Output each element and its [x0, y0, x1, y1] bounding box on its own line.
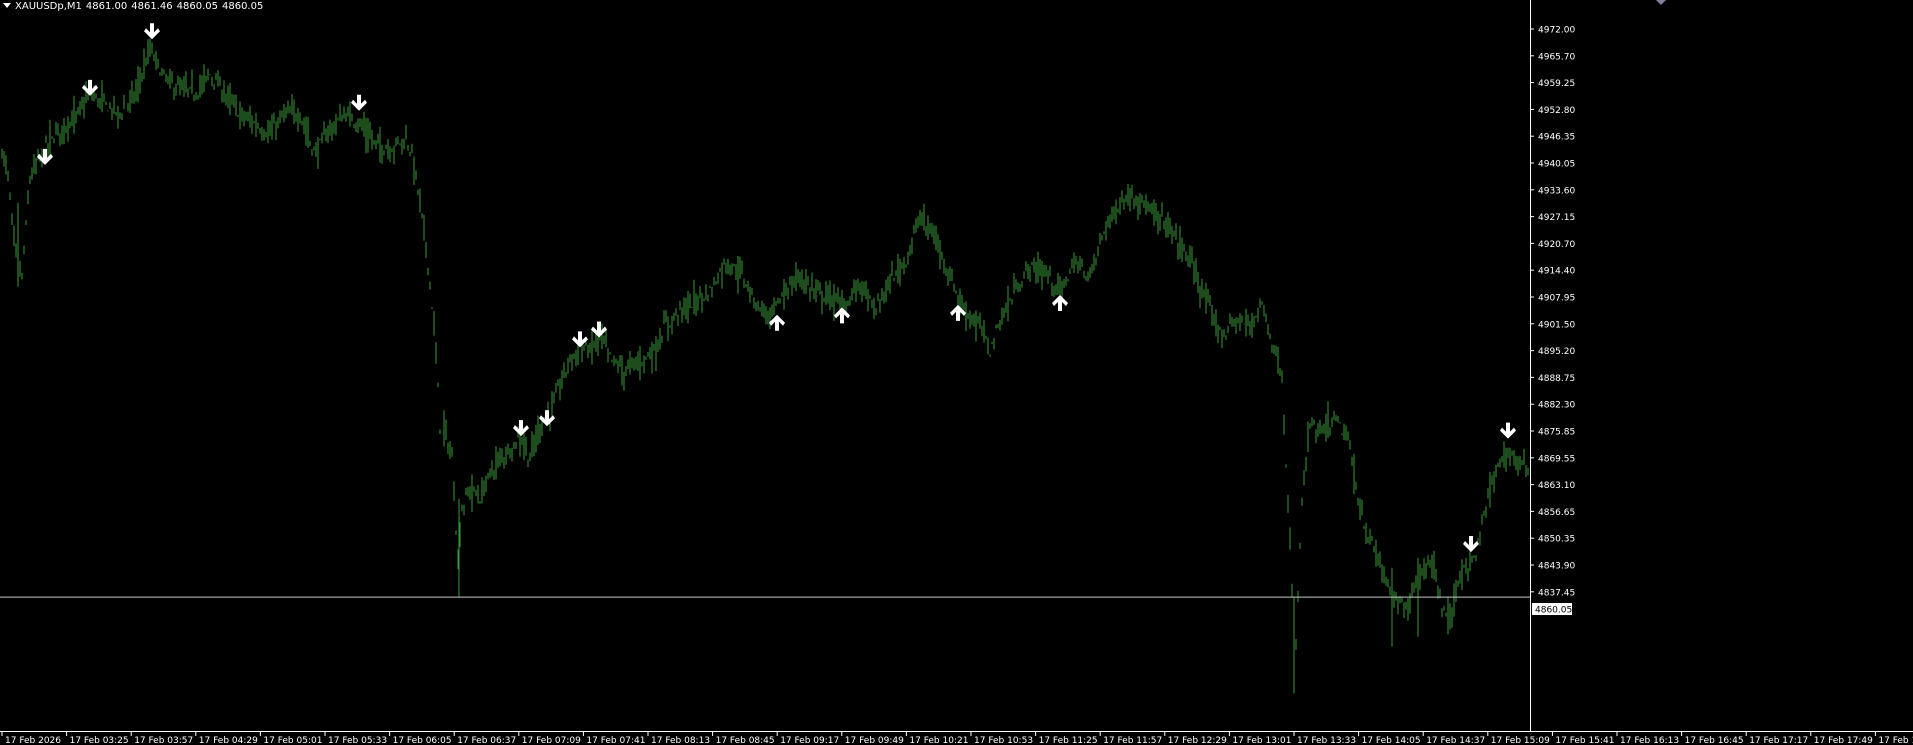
time-tick-label: 17 Feb 14:37	[1426, 736, 1485, 745]
price-tick-label: 4875.85	[1538, 428, 1575, 438]
time-tick-label: 17 Feb 17:49	[1814, 736, 1873, 745]
current-price-label: 4860.05	[1535, 606, 1572, 616]
price-tick-label: 4843.90	[1538, 562, 1575, 572]
price-tick-label: 4895.20	[1538, 347, 1575, 357]
chart-window[interactable]: 4972.00 4965.70 4959.25 4952.80 4946.35 4940.…	[0, 0, 1913, 745]
price-tick-label: 4972.00	[1538, 26, 1575, 36]
price-tick-label: 4837.45	[1538, 588, 1575, 598]
sell-arrow-icon[interactable]	[37, 148, 53, 165]
open-value: 4861.00	[85, 1, 128, 12]
time-tick-label: 17 Feb 06:05	[393, 736, 452, 745]
price-tick-label: 4869.55	[1538, 454, 1575, 464]
time-tick-label: 17 Feb 14:05	[1362, 736, 1421, 745]
sell-arrow-icon[interactable]	[539, 410, 555, 427]
price-tick-label: 4933.60	[1538, 186, 1575, 196]
time-tick-label: 17 Feb 07:41	[586, 736, 645, 745]
sell-arrow-icon[interactable]	[351, 94, 367, 111]
dropdown-triangle-icon[interactable]	[3, 3, 11, 8]
buy-arrow-icon[interactable]	[1052, 295, 1068, 311]
time-tick-label: 17 Feb 03:57	[134, 736, 193, 745]
scroll-marker-icon[interactable]	[1656, 0, 1666, 5]
buy-arrow-icon[interactable]	[834, 307, 850, 324]
time-tick-label: 17 Feb 10:53	[974, 736, 1033, 745]
price-tick-label: 4959.25	[1538, 79, 1575, 89]
price-tick-label: 4850.35	[1538, 535, 1575, 545]
price-tick-label: 4914.40	[1538, 267, 1575, 277]
time-tick-label: 17 Feb 11:57	[1103, 736, 1162, 745]
price-tick-label: 4940.05	[1538, 160, 1575, 170]
price-tick-label: 4901.50	[1538, 320, 1575, 330]
time-tick-label: 17 Feb 13:33	[1297, 736, 1356, 745]
price-axis: 4972.00 4965.70 4959.25 4952.80 4946.35 4940.…	[1530, 0, 1575, 732]
time-tick-label: 17 Feb 18:21	[1878, 736, 1913, 745]
signal-arrows-layer	[37, 23, 1516, 553]
candles-layer	[1, 38, 1529, 694]
time-tick-label: 17 Feb 17:17	[1749, 736, 1808, 745]
time-tick-label: 17 Feb 15:41	[1555, 736, 1614, 745]
price-tick-label: 4952.80	[1538, 106, 1575, 116]
sell-arrow-icon[interactable]	[1500, 422, 1516, 439]
symbol-label: XAUUSDp,M1	[15, 1, 82, 12]
time-axis: 17 Feb 2026 17 Feb 03:25 17 Feb 03:57 17 Fe…	[0, 731, 1913, 745]
sell-arrow-icon[interactable]	[144, 23, 160, 40]
high-value: 4861.46	[131, 1, 173, 12]
time-tick-label: 17 Feb 03:25	[70, 736, 129, 745]
time-tick-label: 17 Feb 10:21	[909, 736, 968, 745]
price-tick-label: 4965.70	[1538, 52, 1575, 62]
time-tick-label: 17 Feb 16:45	[1685, 736, 1744, 745]
price-chart[interactable]: 4972.00 4965.70 4959.25 4952.80 4946.35 4940.…	[0, 0, 1913, 745]
time-tick-label: 17 Feb 11:25	[1039, 736, 1098, 745]
time-tick-label: 17 Feb 05:01	[263, 736, 322, 745]
time-tick-label: 17 Feb 09:49	[845, 736, 904, 745]
time-tick-label: 17 Feb 15:09	[1491, 736, 1550, 745]
chart-header: XAUUSDp,M1 4861.00 4861.46 4860.05 4860.05	[3, 0, 267, 14]
time-tick-label: 17 Feb 07:09	[522, 736, 581, 745]
price-tick-label: 4856.65	[1538, 508, 1575, 518]
time-tick-label: 17 Feb 13:01	[1232, 736, 1291, 745]
close-value: 4860.05	[221, 1, 264, 12]
time-tick-label: 17 Feb 09:17	[780, 736, 839, 745]
time-tick-label: 17 Feb 16:13	[1620, 736, 1679, 745]
buy-arrow-icon[interactable]	[769, 314, 785, 331]
sell-arrow-icon[interactable]	[591, 321, 607, 338]
time-tick-label: 17 Feb 05:33	[328, 736, 387, 745]
time-tick-label: 17 Feb 2026	[5, 736, 61, 745]
time-tick-label: 17 Feb 06:37	[457, 736, 516, 745]
time-tick-label: 17 Feb 12:29	[1168, 736, 1227, 745]
time-tick-label: 17 Feb 08:13	[651, 736, 710, 745]
price-tick-label: 4927.15	[1538, 213, 1575, 223]
price-tick-label: 4907.95	[1538, 294, 1575, 304]
price-tick-label: 4920.70	[1538, 240, 1575, 250]
price-tick-label: 4888.75	[1538, 374, 1575, 384]
price-tick-label: 4863.10	[1538, 481, 1575, 491]
price-tick-label: 4882.30	[1538, 401, 1575, 411]
sell-arrow-icon[interactable]	[1463, 536, 1479, 553]
sell-arrow-icon[interactable]	[513, 420, 529, 437]
time-tick-label: 17 Feb 04:29	[199, 736, 258, 745]
low-value: 4860.05	[176, 1, 218, 12]
price-tick-label: 4946.35	[1538, 133, 1575, 143]
time-tick-label: 17 Feb 08:45	[716, 736, 775, 745]
